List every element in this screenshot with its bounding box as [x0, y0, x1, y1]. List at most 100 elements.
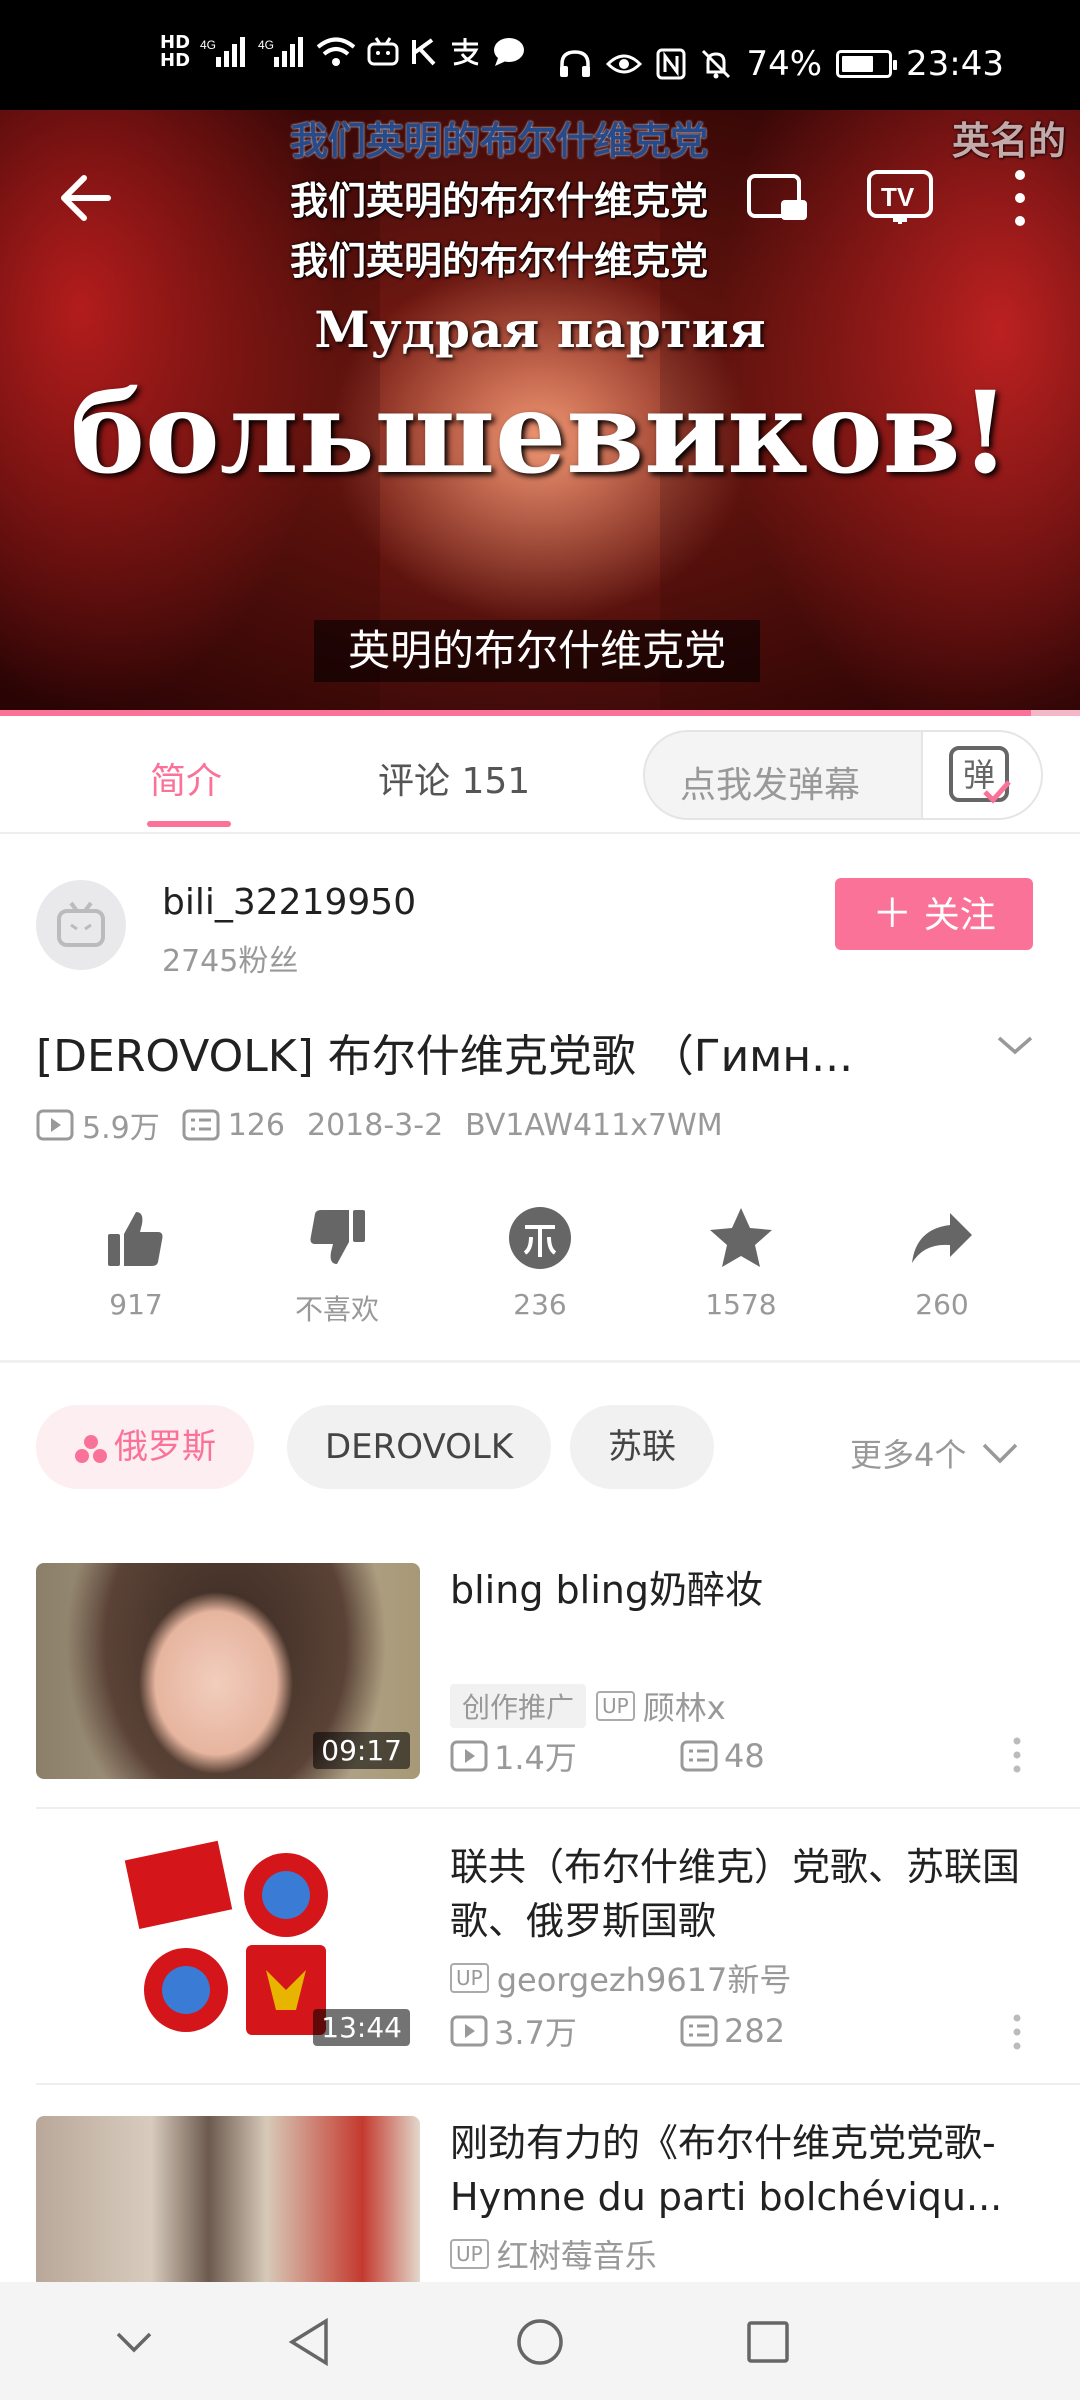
more-vertical-icon[interactable] [1012, 1735, 1022, 1775]
danmaku-comment: 英名的 [952, 119, 1067, 163]
uploader-name[interactable]: bili_32219950 [162, 882, 416, 923]
favorite-button[interactable]: 1578 [666, 1200, 816, 1321]
message-icon [494, 38, 525, 66]
like-button[interactable]: 917 [61, 1200, 211, 1321]
recommended-video[interactable]: 刚劲有力的《布尔什维克党党歌-Hymne du parti bolchéviqu… [0, 2116, 1080, 2282]
headphones-icon [560, 50, 591, 77]
avatar[interactable] [36, 880, 126, 970]
recommended-video[interactable]: 13:44 联共（布尔什维克）党歌、苏联国歌、俄罗斯国歌 UP georgezh… [0, 1840, 1080, 2116]
video-meta: 5.9万 126 2018-3-2 BV1AW411x7WM [36, 1105, 745, 1146]
tab-comments[interactable]: 评论 151 [378, 752, 530, 804]
mini-player-icon [747, 174, 807, 220]
status-icons-left: HD HD 4G 4G [160, 34, 526, 70]
nav-home-button[interactable] [510, 2312, 570, 2372]
back-arrow-icon [61, 175, 111, 221]
play-count-icon [36, 1109, 74, 1141]
uploader-fans: 2745粉丝 [162, 944, 299, 979]
coin-button[interactable]: 236 [465, 1200, 615, 1321]
danmaku-count-icon [680, 2015, 718, 2047]
danmaku-count: 48 [724, 1737, 765, 1775]
circle-home-icon [517, 2319, 563, 2365]
k-icon [412, 38, 436, 66]
thumbs-up-icon [108, 1212, 163, 1266]
up-icon: UP [596, 1691, 635, 1721]
app-icon [367, 37, 399, 66]
more-vertical-icon [1015, 170, 1025, 226]
video-title[interactable]: [DEROVOLK] 布尔什维克党歌 （Гимн... [36, 1020, 966, 1084]
svg-text:4G: 4G [200, 38, 216, 52]
back-button[interactable] [52, 166, 116, 230]
video-thumbnail[interactable] [36, 2116, 420, 2282]
view-count: 5.9万 [82, 1111, 160, 1146]
signal-icon: 4G [200, 37, 246, 67]
mute-icon [702, 49, 731, 79]
tab-intro[interactable]: 简介 [150, 752, 222, 804]
battery-percent: 74% [746, 44, 823, 84]
follow-label: 关注 [923, 895, 996, 936]
cast-tv-button[interactable]: TV [865, 168, 935, 228]
plus-icon: ＋ [872, 891, 913, 937]
more-vertical-icon[interactable] [1012, 2012, 1022, 2052]
tag-ussr[interactable]: 苏联 [570, 1405, 714, 1489]
nav-recents-button[interactable] [738, 2312, 798, 2372]
video-caption-line2: большевиков! [70, 368, 1010, 499]
like-count: 917 [109, 1288, 163, 1321]
signal-icon: 4G [258, 37, 304, 67]
svg-text:TV: TV [881, 182, 915, 212]
view-count: 3.7万 [494, 2014, 577, 2052]
star-icon [710, 1208, 772, 1267]
status-icons-right: 74% 23:43 [558, 44, 1004, 84]
eye-icon [606, 54, 643, 74]
recommended-uploader: 创作推广 UP 顾林x [450, 1683, 726, 1729]
tag-label: DEROVOLK [325, 1427, 514, 1467]
expand-description-button[interactable] [995, 1030, 1035, 1060]
more-options-button[interactable] [1000, 165, 1040, 231]
video-duration: 13:44 [313, 2009, 410, 2046]
share-button[interactable]: 260 [867, 1200, 1017, 1321]
danmaku-comment: 我们英明的布尔什维克党 [290, 179, 709, 223]
play-count-icon [450, 2015, 488, 2047]
recommended-title: bling bling奶醉妆 [450, 1568, 763, 1612]
thumbs-down-icon [310, 1210, 365, 1264]
recommended-title: 刚劲有力的《布尔什维克党党歌-Hymne du parti bolchéviqu… [450, 2121, 1003, 2219]
list-separator [36, 1807, 1080, 1809]
video-thumbnail[interactable]: 13:44 [36, 1840, 420, 2056]
hd-icon: HD HD [160, 32, 191, 71]
danmaku-input[interactable]: 点我发弹幕 弹 [643, 730, 1043, 820]
more-tags-label: 更多4个 [850, 1436, 967, 1474]
action-bar: 917 不喜欢 236 1578 260 [0, 1200, 1080, 1350]
tag-derovolk[interactable]: DEROVOLK [287, 1405, 552, 1489]
follow-button[interactable]: ＋ 关注 [835, 878, 1033, 950]
danmaku-comment: 我们英明的布尔什维克党 [290, 119, 709, 163]
video-subtitle: 英明的布尔什维克党 [314, 620, 760, 682]
recommended-video[interactable]: 09:17 bling bling奶醉妆 创作推广 UP 顾林x 1.4万 48 [0, 1563, 1080, 1839]
danmaku-toggle-button[interactable]: 弹 [921, 732, 1041, 818]
video-duration: 09:17 [313, 1732, 410, 1769]
tag-russia[interactable]: 俄罗斯 [36, 1405, 254, 1489]
danmaku-comment: 我们英明的布尔什维克党 [290, 239, 709, 283]
chevron-down-icon [116, 2332, 152, 2353]
danmaku-count-icon [680, 1740, 718, 1772]
danmaku-count: 126 [227, 1107, 285, 1143]
nav-back-button[interactable] [279, 2312, 339, 2372]
wifi-icon [316, 37, 356, 66]
play-count-icon [450, 1740, 488, 1772]
tv-mascot-icon [57, 901, 105, 947]
section-divider [0, 1360, 1080, 1363]
publish-date: 2018-3-2 [306, 1107, 444, 1143]
dislike-button[interactable]: 不喜欢 [262, 1200, 412, 1328]
up-icon: UP [450, 1963, 489, 1993]
uploader-section: bili_32219950 2745粉丝 ＋ 关注 [0, 836, 1080, 986]
tag-label: 俄罗斯 [114, 1427, 216, 1467]
video-player[interactable]: 我们英明的布尔什维克党 我们英明的布尔什维克党 我们英明的布尔什维克党 英名的 … [0, 110, 1080, 715]
danmaku-input-placeholder: 点我发弹幕 [680, 765, 861, 806]
dislike-label: 不喜欢 [294, 1293, 379, 1326]
more-tags-button[interactable]: 更多4个 [850, 1430, 1018, 1476]
video-thumbnail[interactable]: 09:17 [36, 1563, 420, 1779]
recommended-uploader: UP georgezh9617新号 [450, 1955, 791, 2001]
list-separator [36, 2083, 1080, 2085]
recommended-stats: 3.7万 282 [450, 2008, 785, 2054]
square-recents-icon [747, 2321, 789, 2363]
mini-player-button[interactable] [745, 170, 811, 230]
nav-hide-button[interactable] [104, 2312, 164, 2372]
